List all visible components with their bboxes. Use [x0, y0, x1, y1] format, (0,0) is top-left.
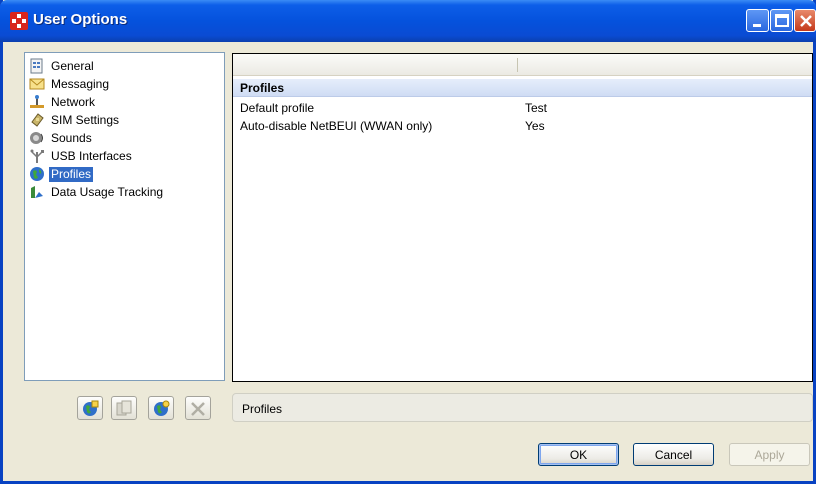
import-profile-button[interactable]	[148, 396, 174, 420]
tree-item-label: Messaging	[51, 76, 110, 91]
column-separator[interactable]	[517, 58, 518, 72]
tree-item-sim-settings[interactable]: SIM Settings	[29, 111, 121, 129]
property-name: Auto-disable NetBEUI (WWAN only)	[240, 119, 433, 133]
close-button[interactable]	[794, 9, 816, 32]
tree-item-label: Network	[51, 94, 96, 109]
tree-item-label: SIM Settings	[51, 112, 120, 127]
property-row-default-profile[interactable]: Default profile Test	[233, 99, 812, 117]
category-tree[interactable]: General Messaging Network SIM Settings S…	[24, 52, 225, 381]
new-profile-button[interactable]	[77, 396, 103, 420]
envelope-icon	[29, 76, 45, 92]
tree-item-sounds[interactable]: Sounds	[29, 129, 94, 147]
property-row-auto-disable-netbeui[interactable]: Auto-disable NetBEUI (WWAN only) Yes	[233, 117, 812, 135]
usb-icon	[29, 148, 45, 164]
tree-item-usb-interfaces[interactable]: USB Interfaces	[29, 147, 134, 165]
property-grid[interactable]: Profiles Default profile Test Auto-disab…	[232, 53, 813, 382]
property-group-label: Profiles	[240, 81, 285, 95]
tree-item-data-usage-tracking[interactable]: Data Usage Tracking	[29, 183, 165, 201]
delete-icon	[191, 402, 205, 416]
title-bar[interactable]: User Options	[0, 0, 816, 42]
general-settings-icon	[29, 58, 45, 74]
maximize-button[interactable]	[770, 9, 793, 32]
window-title: User Options	[33, 11, 128, 28]
network-icon	[29, 94, 45, 110]
sim-card-icon	[29, 112, 45, 128]
description-text: Profiles	[242, 402, 283, 416]
column-header	[233, 54, 812, 76]
property-value[interactable]: Yes	[525, 119, 545, 133]
close-icon	[800, 15, 812, 27]
cancel-button[interactable]: Cancel	[633, 443, 714, 466]
app-logo-icon	[10, 12, 28, 30]
tree-item-general[interactable]: General	[29, 57, 96, 75]
property-value[interactable]: Test	[525, 101, 547, 115]
tree-item-label: General	[51, 58, 94, 73]
tree-item-label: Profiles	[49, 166, 94, 182]
property-name: Default profile	[240, 101, 315, 115]
delete-profile-button[interactable]	[185, 396, 211, 420]
minimize-button[interactable]	[746, 9, 769, 32]
maximize-icon	[775, 14, 789, 27]
apply-button[interactable]: Apply	[729, 443, 810, 466]
import-profile-icon	[154, 400, 170, 416]
tree-item-messaging[interactable]: Messaging	[29, 75, 111, 93]
copy-profile-button[interactable]	[111, 396, 137, 420]
new-profile-icon	[83, 400, 99, 416]
tree-item-label: USB Interfaces	[51, 148, 132, 163]
tree-item-label: Sounds	[51, 130, 92, 145]
ok-button[interactable]: OK	[538, 443, 619, 466]
data-usage-icon	[29, 184, 45, 200]
tree-item-profiles[interactable]: Profiles	[29, 165, 94, 183]
description-box: Profiles	[232, 393, 813, 422]
globe-icon	[29, 166, 45, 182]
speaker-icon	[29, 130, 45, 146]
tree-item-label: Data Usage Tracking	[51, 184, 164, 199]
tree-item-network[interactable]: Network	[29, 93, 97, 111]
copy-profile-icon	[116, 400, 132, 416]
user-options-window: User Options General Messaging Network S…	[0, 0, 816, 484]
minimize-icon	[753, 24, 761, 27]
property-group-header[interactable]: Profiles	[233, 79, 812, 97]
